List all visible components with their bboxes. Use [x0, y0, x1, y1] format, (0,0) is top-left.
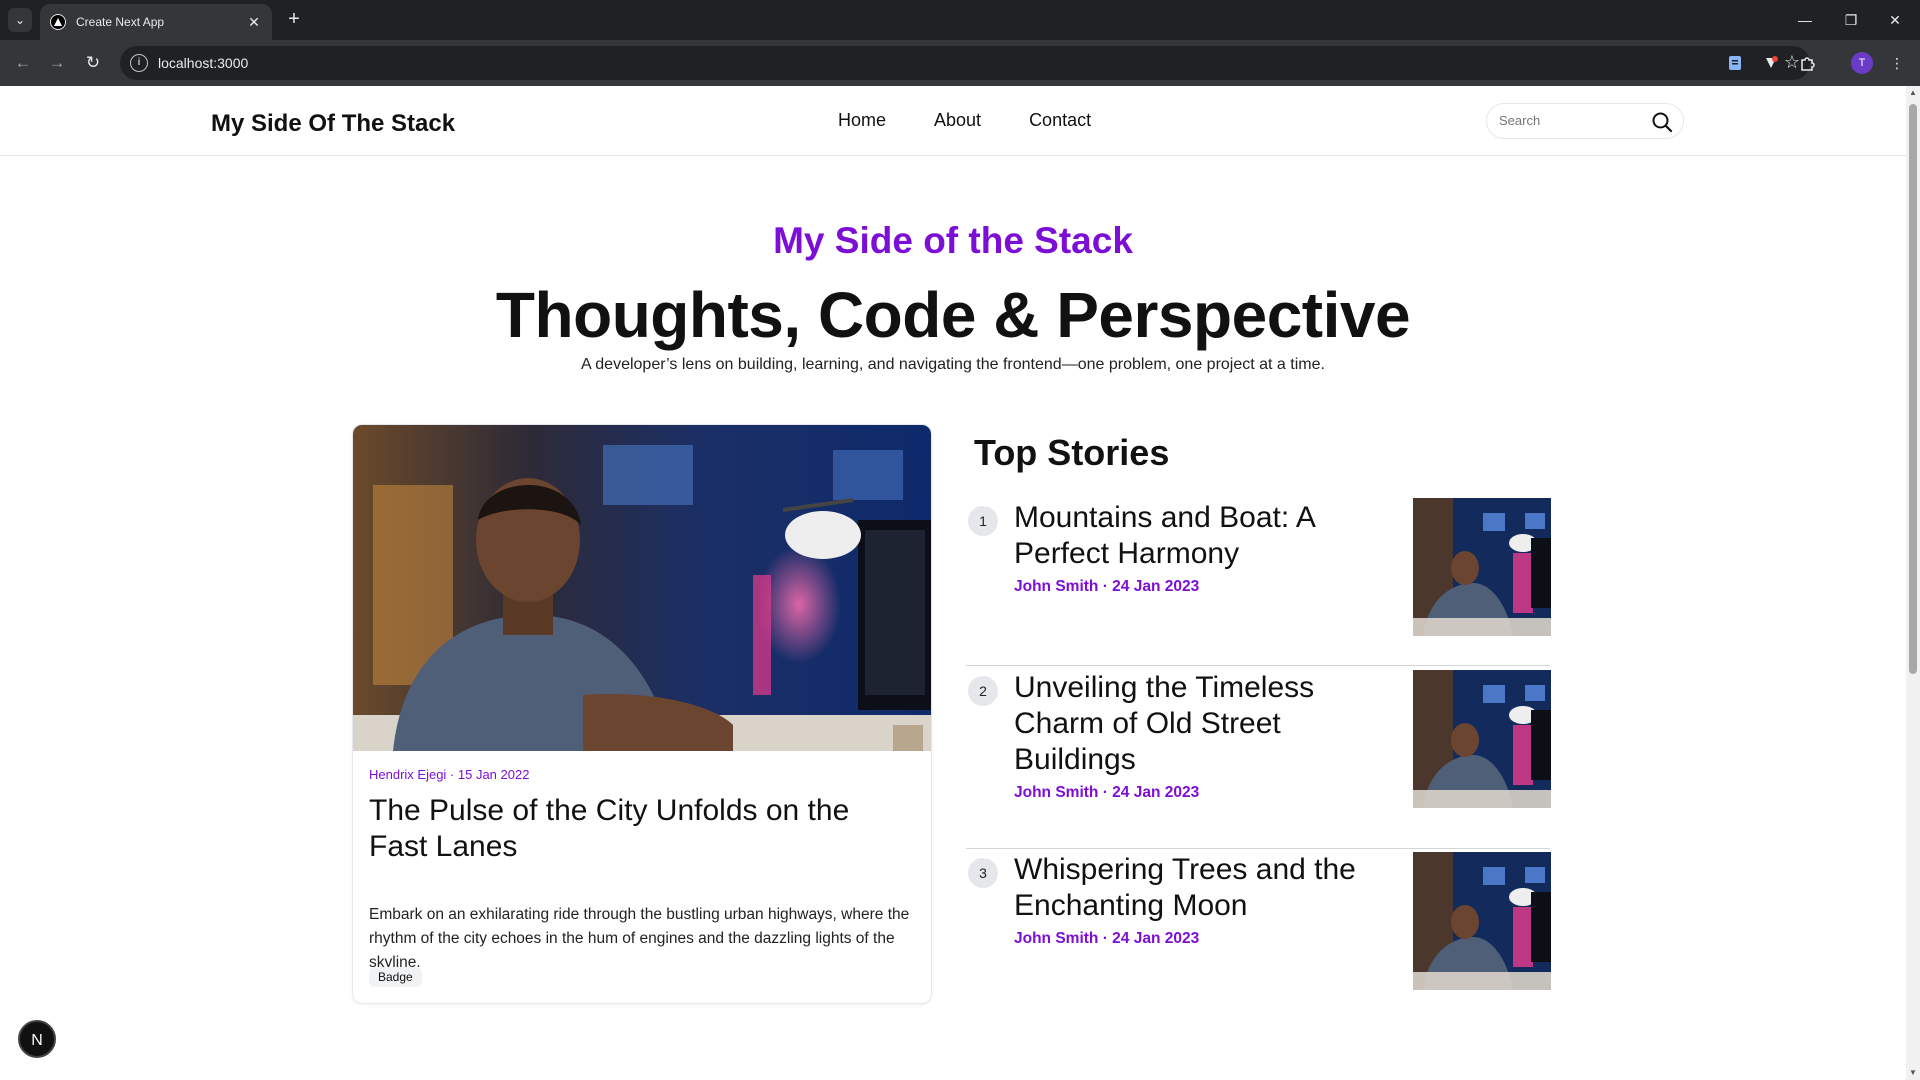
search-icon[interactable] — [1651, 111, 1673, 138]
story-thumbnail-image — [1413, 498, 1551, 636]
site-logo[interactable]: My Side Of The Stack — [211, 110, 455, 138]
hero-title: Thoughts, Code & Perspective — [495, 279, 1411, 351]
featured-article-meta: Hendrix Ejegi · 15 Jan 2022 — [369, 767, 530, 782]
address-bar[interactable]: i localhost:3000 ☆ — [120, 46, 1810, 80]
nav-about-link[interactable]: About — [934, 110, 981, 131]
profile-avatar[interactable]: T — [1851, 52, 1873, 74]
browser-tabbar: ⌄ Create Next App ✕ + — ❐ ✕ — [0, 0, 1920, 40]
window-close-button[interactable]: ✕ — [1880, 6, 1910, 34]
page-scrollbar[interactable]: ▲ ▼ — [1906, 86, 1920, 1080]
site-info-icon[interactable]: i — [130, 54, 148, 72]
restore-button[interactable]: ❐ — [1836, 6, 1866, 34]
forward-arrow-icon[interactable]: → — [44, 50, 70, 76]
page-viewport: My Side Of The Stack Home About Contact … — [0, 86, 1906, 1080]
hero-description: A developer’s lens on building, learning… — [581, 356, 1325, 373]
featured-article-excerpt: Embark on an exhilarating ride through t… — [369, 906, 910, 971]
story-meta: John Smith · 24 Jan 2023 — [1014, 784, 1200, 801]
browser-menu-icon[interactable]: ⋮ — [1886, 52, 1908, 74]
address-url: localhost:3000 — [158, 55, 249, 71]
story-rank-badge: 2 — [968, 676, 998, 706]
hero-subtitle: My Side of the Stack — [773, 220, 1133, 261]
story-rank-badge: 1 — [968, 506, 998, 536]
story-thumbnail-image — [1413, 670, 1551, 808]
tab-title: Create Next App — [76, 15, 165, 29]
story-meta: John Smith · 24 Jan 2023 — [1014, 578, 1200, 595]
new-tab-button[interactable]: + — [282, 8, 306, 32]
story-title[interactable]: Mountains and Boat: A Perfect Harmony — [1014, 500, 1384, 572]
search-input[interactable] — [1499, 113, 1639, 128]
scrollbar-thumb[interactable] — [1909, 104, 1917, 674]
article-badge: Badge — [369, 967, 422, 987]
story-thumbnail-image — [1413, 852, 1551, 990]
tab-close-icon[interactable]: ✕ — [246, 14, 262, 31]
story-meta: John Smith · 24 Jan 2023 — [1014, 930, 1200, 947]
reload-icon[interactable]: ↻ — [80, 50, 106, 76]
featured-article-title[interactable]: The Pulse of the City Unfolds on the Fas… — [369, 793, 909, 865]
search-box — [1486, 103, 1684, 139]
featured-article-image — [353, 425, 931, 751]
back-arrow-icon[interactable]: ← — [10, 50, 36, 76]
browser-toolbar: ← → ↻ i localhost:3000 ☆ — [0, 40, 1920, 86]
story-title[interactable]: Whispering Trees and the Enchanting Moon — [1014, 852, 1384, 924]
extension-docs-icon[interactable] — [1724, 52, 1746, 74]
nav-home-link[interactable]: Home — [838, 110, 886, 131]
minimize-button[interactable]: — — [1790, 6, 1820, 34]
featured-article-card[interactable]: Hendrix Ejegi · 15 Jan 2022 The Pulse of… — [352, 424, 932, 1004]
story-rank-badge: 3 — [968, 858, 998, 888]
browser-tab[interactable]: Create Next App ✕ — [40, 4, 272, 40]
story-divider — [966, 848, 1550, 849]
tab-search-dropdown-icon[interactable]: ⌄ — [8, 8, 32, 32]
story-divider — [966, 665, 1550, 666]
nav-contact-link[interactable]: Contact — [1029, 110, 1091, 131]
story-title[interactable]: Unveiling the Timeless Charm of Old Stre… — [1014, 670, 1384, 778]
scroll-down-arrow-icon[interactable]: ▼ — [1906, 1066, 1920, 1080]
nextjs-favicon-icon — [50, 14, 66, 30]
nextjs-dev-indicator[interactable]: N — [18, 1020, 56, 1058]
extension-red-icon[interactable] — [1760, 52, 1782, 74]
main-nav: Home About Contact — [838, 110, 1091, 131]
scroll-up-arrow-icon[interactable]: ▲ — [1906, 86, 1920, 100]
extensions-puzzle-icon[interactable] — [1796, 52, 1818, 74]
top-stories-heading: Top Stories — [974, 432, 1170, 473]
site-header: My Side Of The Stack Home About Contact — [0, 86, 1906, 156]
